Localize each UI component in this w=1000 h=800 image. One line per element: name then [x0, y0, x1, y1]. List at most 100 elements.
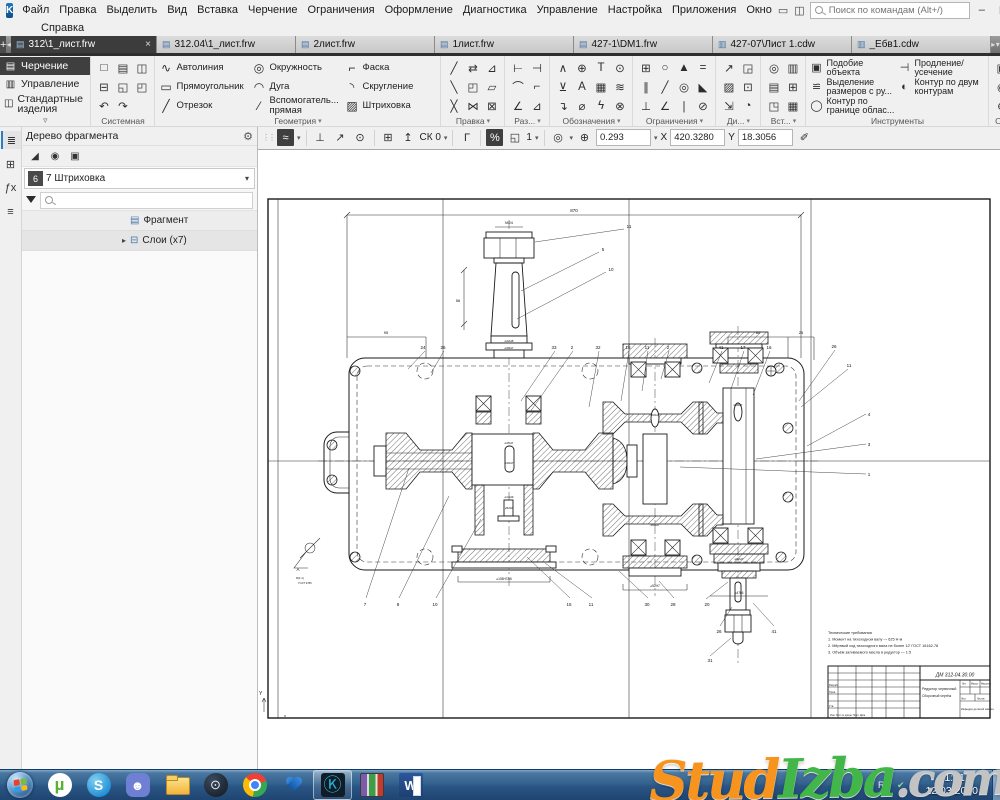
geometry-tool[interactable]: ∿ Автолиния: [158, 58, 251, 77]
command-search-input[interactable]: [827, 4, 965, 17]
taskbar-app-icon[interactable]: [235, 770, 274, 800]
insert-tool-icon[interactable]: ▦: [783, 96, 802, 115]
instrument-tool[interactable]: ⊣ Продление/ усечение: [897, 58, 985, 77]
show-desktop-button[interactable]: [992, 770, 1000, 800]
annotation-tool-icon[interactable]: ▦: [591, 77, 610, 96]
diagnostic-tool-icon[interactable]: ◔: [738, 96, 757, 115]
constraint-tool-icon[interactable]: ⊥: [636, 96, 655, 115]
menu-item-help[interactable]: Справка: [36, 20, 89, 36]
diagnostic-tool-icon[interactable]: ⇲: [719, 96, 738, 115]
gear-icon[interactable]: ⚙: [243, 130, 253, 143]
insert-tool-icon[interactable]: ▤: [764, 77, 783, 96]
constraint-tool-icon[interactable]: ⊘: [693, 96, 712, 115]
image-tool-icon[interactable]: ▣: [66, 148, 84, 164]
menu-item[interactable]: Выделить: [101, 2, 162, 18]
command-search[interactable]: [810, 2, 970, 19]
coordinate-system-value[interactable]: СК 0: [420, 132, 441, 143]
minimize-button[interactable]: –: [974, 4, 990, 16]
insert-tool-icon[interactable]: ◳: [764, 96, 783, 115]
edit-tool-icon[interactable]: ⊿: [482, 58, 501, 77]
tree-search[interactable]: [40, 192, 253, 209]
tree-panel-icon[interactable]: ≣: [1, 131, 21, 149]
menu-item[interactable]: Файл: [17, 2, 54, 18]
constraint-tool-icon[interactable]: ∥: [636, 77, 655, 96]
edit-tool-icon[interactable]: ╱: [444, 58, 463, 77]
menu-item[interactable]: Приложения: [667, 2, 741, 18]
tab-menu-button[interactable]: ▾: [995, 36, 1000, 53]
annotation-tool-icon[interactable]: ϟ: [591, 96, 610, 115]
diagnostic-tool-icon[interactable]: ▨: [719, 77, 738, 96]
taskbar-app-icon[interactable]: [352, 770, 391, 800]
edit-tool-icon[interactable]: ⊠: [482, 96, 501, 115]
menu-item[interactable]: Диагностика: [458, 2, 532, 18]
tab-close-icon[interactable]: ×: [145, 39, 151, 50]
edit-tool-icon[interactable]: ⇄: [463, 58, 482, 77]
panel-switch-button[interactable]: ▥ Управление: [0, 75, 90, 93]
system-tool-icon[interactable]: ▤: [113, 58, 132, 77]
instrument-tool[interactable]: ◐ Контур по двум контурам: [897, 77, 985, 96]
panel-switch-button[interactable]: ▤ Черчение: [0, 57, 90, 75]
annotation-tool-icon[interactable]: A: [572, 77, 591, 96]
corner-mode-icon[interactable]: Г: [458, 129, 475, 146]
insert-tool-icon[interactable]: ◎: [764, 58, 783, 77]
chevron-down-icon[interactable]: ▾: [535, 134, 539, 142]
constraint-tool-icon[interactable]: ◎: [674, 77, 693, 96]
layout-single-icon[interactable]: ▭: [777, 4, 789, 17]
diagnostic-tool-icon[interactable]: ◲: [738, 58, 757, 77]
menu-item[interactable]: Вставка: [192, 2, 243, 18]
dimension-tool-icon[interactable]: ⌐: [527, 77, 546, 96]
constraint-tool-icon[interactable]: ▲: [674, 58, 693, 77]
system-tool-icon[interactable]: ◰: [132, 77, 151, 96]
taskbar-app-icon[interactable]: [157, 770, 196, 800]
taskbar-app-icon[interactable]: W: [391, 770, 430, 800]
language-indicator[interactable]: RU: [878, 780, 891, 790]
annotation-tool-icon[interactable]: T: [591, 58, 610, 77]
geometry-tool[interactable]: ▨ Штриховка: [344, 96, 437, 115]
geometry-tool[interactable]: ◠ Дуга: [251, 77, 344, 96]
layout-split-icon[interactable]: ◫: [793, 4, 805, 17]
constraint-tool-icon[interactable]: =: [693, 58, 712, 77]
document-tab[interactable]: ▥ _Ебв1.cdw: [852, 36, 991, 53]
menu-item[interactable]: Ограничения: [303, 2, 380, 18]
taskbar-app-icon[interactable]: ⊙: [196, 770, 235, 800]
annotation-tool-icon[interactable]: ⊕: [572, 58, 591, 77]
constraint-tool-icon[interactable]: ╱: [655, 77, 674, 96]
diagnostic-tool-icon[interactable]: ↗: [719, 58, 738, 77]
system-tool-icon[interactable]: □: [94, 58, 113, 77]
eyedropper-icon[interactable]: ✐: [796, 129, 813, 146]
rounding-mode-button[interactable]: %: [486, 129, 503, 146]
restore-button[interactable]: ☐: [994, 4, 1000, 17]
edit-tool-icon[interactable]: ◰: [463, 77, 482, 96]
dimension-tool-icon[interactable]: ⊿: [527, 96, 546, 115]
edit-tool-icon[interactable]: ╲: [444, 77, 463, 96]
start-button[interactable]: [0, 770, 40, 800]
annotation-tool-icon[interactable]: ↴: [553, 96, 572, 115]
zoom-select-icon[interactable]: ◎: [550, 129, 567, 146]
constraint-tool-icon[interactable]: ⊞: [636, 58, 655, 77]
document-tab[interactable]: ▤ 2лист.frw: [296, 36, 435, 53]
system-tool-icon[interactable]: ◱: [113, 77, 132, 96]
edit-tool-icon[interactable]: ╳: [444, 96, 463, 115]
style-tool-icon[interactable]: ◉: [46, 148, 64, 164]
geometry-tool[interactable]: ⌐ Фаска: [344, 58, 437, 77]
extra-tool-icon[interactable]: ◉: [992, 77, 1000, 96]
expand-arrow-icon[interactable]: ▸: [122, 236, 126, 245]
chevron-down-icon[interactable]: ▾: [444, 134, 448, 142]
taskbar-app-icon[interactable]: µ: [40, 770, 79, 800]
instrument-tool[interactable]: ◯ Контур по границе облас...: [809, 96, 897, 115]
insert-tool-icon[interactable]: ▥: [783, 58, 802, 77]
drawing-canvas[interactable]: 2426332321811241171626111151078101511302…: [258, 149, 1000, 771]
line-style-button[interactable]: ≈: [277, 129, 294, 146]
instrument-tool[interactable]: ▣ Подобие объекта: [809, 58, 897, 77]
taskbar-app-icon[interactable]: Ⓚ: [313, 770, 352, 800]
menu-item[interactable]: Вид: [162, 2, 192, 18]
constraint-tool-icon[interactable]: ∠: [655, 96, 674, 115]
y-coordinate-field[interactable]: 18.3056: [738, 129, 793, 146]
annotation-tool-icon[interactable]: ⊻: [553, 77, 572, 96]
drag-grip[interactable]: ⋮⋮: [262, 133, 274, 142]
panel-collapse-icon[interactable]: ▿: [0, 115, 90, 126]
document-tab[interactable]: ▤ 427-1\DM1.frw: [574, 36, 713, 53]
chevron-down-icon[interactable]: ▾: [570, 134, 574, 142]
layer-tool-icon[interactable]: ◢: [26, 148, 44, 164]
system-tool-icon[interactable]: ⊟: [94, 77, 113, 96]
